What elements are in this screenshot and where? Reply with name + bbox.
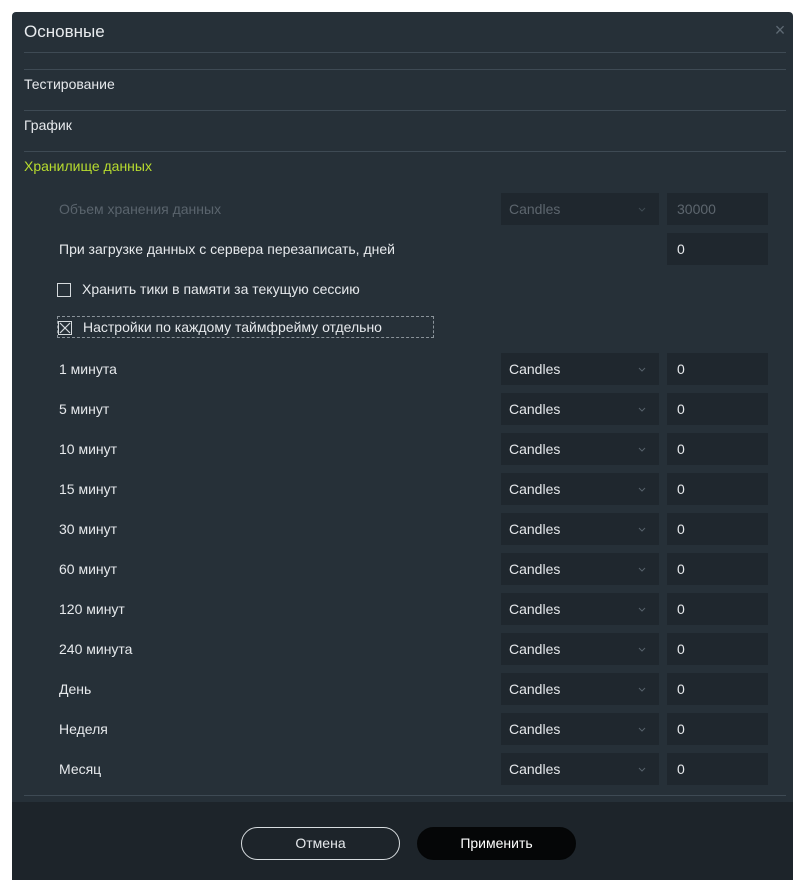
timeframe-value-input[interactable]: 0 bbox=[667, 353, 768, 385]
select-value: Candles bbox=[509, 641, 561, 657]
storage-volume-type-select: Candles bbox=[501, 193, 659, 225]
timeframe-value-input[interactable]: 0 bbox=[667, 673, 768, 705]
timeframe-label: Месяц bbox=[59, 761, 102, 777]
input-value: 0 bbox=[677, 721, 685, 737]
timeframe-label: 30 минут bbox=[59, 521, 118, 537]
chevron-down-icon bbox=[638, 687, 646, 692]
overwrite-days-input[interactable]: 0 bbox=[667, 233, 768, 265]
timeframe-label: Неделя bbox=[59, 721, 108, 737]
timeframe-label: 15 минут bbox=[59, 481, 118, 497]
keep-ticks-label: Хранить тики в памяти за текущую сессию bbox=[82, 281, 360, 297]
chevron-down-icon bbox=[638, 527, 646, 532]
chevron-down-icon bbox=[638, 487, 646, 492]
timeframe-type-select[interactable]: Candles bbox=[501, 433, 659, 465]
timeframe-value-input[interactable]: 0 bbox=[667, 433, 768, 465]
section-chart[interactable]: График bbox=[24, 117, 72, 133]
dialog-title: Основные bbox=[24, 22, 105, 41]
select-value: Candles bbox=[509, 521, 561, 537]
timeframe-type-select[interactable]: Candles bbox=[501, 353, 659, 385]
timeframe-label: 1 минута bbox=[59, 361, 117, 377]
input-value: 0 bbox=[677, 441, 685, 457]
select-value: Candles bbox=[509, 721, 561, 737]
input-value: 0 bbox=[677, 761, 685, 777]
overwrite-days-label: При загрузке данных с сервера перезаписа… bbox=[59, 241, 395, 257]
divider bbox=[24, 110, 786, 111]
cancel-button[interactable]: Отмена bbox=[241, 827, 400, 860]
input-value: 0 bbox=[677, 241, 685, 257]
select-value: Candles bbox=[509, 481, 561, 497]
timeframe-value-input[interactable]: 0 bbox=[667, 633, 768, 665]
title-bar: Основные × bbox=[12, 12, 793, 52]
timeframe-type-select[interactable]: Candles bbox=[501, 553, 659, 585]
checkmark-cross-icon bbox=[59, 322, 71, 334]
timeframe-value-input[interactable]: 0 bbox=[667, 393, 768, 425]
input-value: 0 bbox=[677, 681, 685, 697]
timeframe-value-input[interactable]: 0 bbox=[667, 593, 768, 625]
select-value: Candles bbox=[509, 361, 561, 377]
timeframe-value-input[interactable]: 0 bbox=[667, 553, 768, 585]
close-icon[interactable]: × bbox=[771, 21, 789, 39]
timeframe-value-input[interactable]: 0 bbox=[667, 753, 768, 785]
storage-volume-input: 30000 bbox=[667, 193, 768, 225]
timeframe-type-select[interactable]: Candles bbox=[501, 633, 659, 665]
input-value: 0 bbox=[677, 481, 685, 497]
timeframe-label: День bbox=[59, 681, 92, 697]
input-value: 0 bbox=[677, 401, 685, 417]
timeframe-label: 10 минут bbox=[59, 441, 118, 457]
select-value: Candles bbox=[509, 201, 561, 217]
section-data-storage[interactable]: Хранилище данных bbox=[24, 158, 152, 174]
select-value: Candles bbox=[509, 441, 561, 457]
timeframe-label: 5 минут bbox=[59, 401, 110, 417]
section-testing[interactable]: Тестирование bbox=[24, 76, 115, 92]
divider bbox=[24, 69, 786, 70]
chevron-down-icon bbox=[638, 207, 646, 212]
select-value: Candles bbox=[509, 601, 561, 617]
timeframe-type-select[interactable]: Candles bbox=[501, 673, 659, 705]
timeframe-type-select[interactable]: Candles bbox=[501, 513, 659, 545]
settings-dialog: Основные × Тестирование График Хранилище… bbox=[12, 12, 793, 880]
keep-ticks-checkbox[interactable]: Хранить тики в памяти за текущую сессию bbox=[57, 279, 417, 301]
chevron-down-icon bbox=[638, 607, 646, 612]
chevron-down-icon bbox=[638, 567, 646, 572]
storage-volume-label: Объем хранения данных bbox=[59, 201, 222, 217]
timeframe-label: 240 минута bbox=[59, 641, 133, 657]
checkbox-box[interactable] bbox=[58, 321, 72, 335]
divider bbox=[24, 151, 786, 152]
timeframe-type-select[interactable]: Candles bbox=[501, 713, 659, 745]
timeframe-type-select[interactable]: Candles bbox=[501, 393, 659, 425]
timeframe-value-input[interactable]: 0 bbox=[667, 473, 768, 505]
input-value: 0 bbox=[677, 601, 685, 617]
select-value: Candles bbox=[509, 761, 561, 777]
input-value: 0 bbox=[677, 361, 685, 377]
input-value: 0 bbox=[677, 561, 685, 577]
checkbox-box[interactable] bbox=[57, 283, 71, 297]
timeframe-type-select[interactable]: Candles bbox=[501, 593, 659, 625]
divider bbox=[24, 52, 786, 53]
input-value: 0 bbox=[677, 521, 685, 537]
timeframe-label: 120 минут bbox=[59, 601, 125, 617]
select-value: Candles bbox=[509, 681, 561, 697]
per-timeframe-checkbox[interactable]: Настройки по каждому таймфрейму отдельно bbox=[57, 316, 434, 338]
chevron-down-icon bbox=[638, 367, 646, 372]
chevron-down-icon bbox=[638, 447, 646, 452]
timeframe-type-select[interactable]: Candles bbox=[501, 473, 659, 505]
select-value: Candles bbox=[509, 561, 561, 577]
timeframe-value-input[interactable]: 0 bbox=[667, 713, 768, 745]
input-value: 30000 bbox=[677, 201, 716, 217]
select-value: Candles bbox=[509, 401, 561, 417]
chevron-down-icon bbox=[638, 407, 646, 412]
per-timeframe-label: Настройки по каждому таймфрейму отдельно bbox=[83, 319, 382, 335]
timeframe-value-input[interactable]: 0 bbox=[667, 513, 768, 545]
input-value: 0 bbox=[677, 641, 685, 657]
chevron-down-icon bbox=[638, 767, 646, 772]
chevron-down-icon bbox=[638, 727, 646, 732]
chevron-down-icon bbox=[638, 647, 646, 652]
timeframe-label: 60 минут bbox=[59, 561, 118, 577]
dialog-footer: Отмена Применить bbox=[12, 802, 793, 880]
divider bbox=[24, 795, 786, 796]
apply-button[interactable]: Применить bbox=[417, 827, 576, 860]
timeframe-type-select[interactable]: Candles bbox=[501, 753, 659, 785]
